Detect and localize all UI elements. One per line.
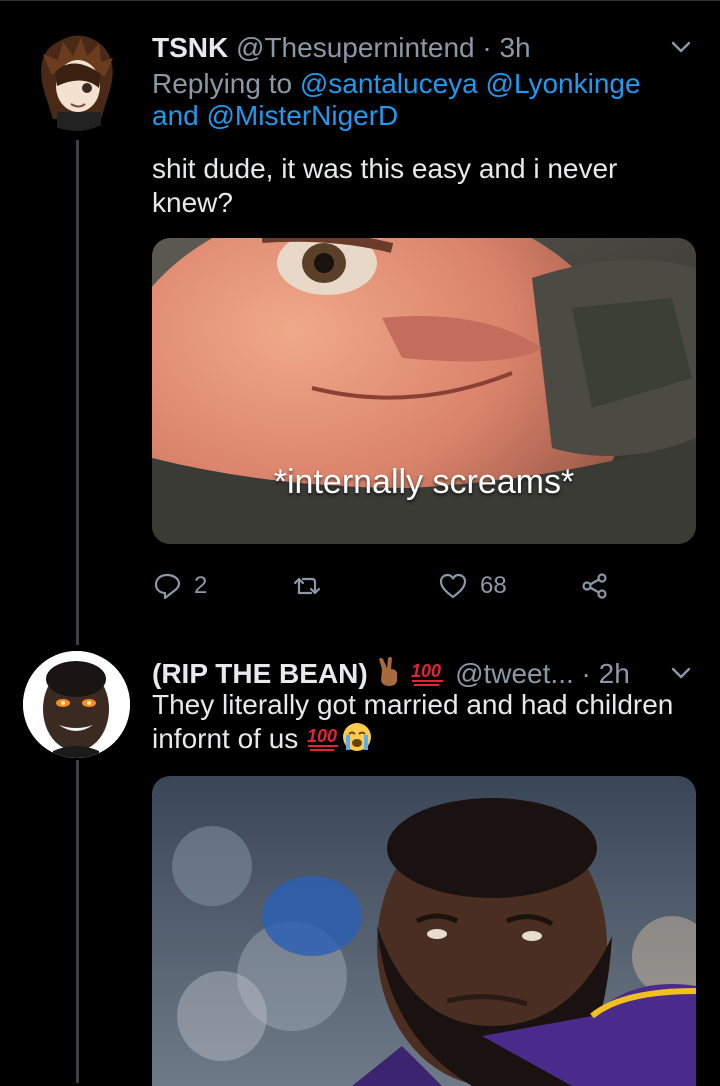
chevron-down-icon[interactable]	[666, 658, 696, 688]
mention-link[interactable]: @MisterNigerD	[207, 100, 399, 131]
svg-text:100: 100	[411, 661, 441, 681]
replying-to: Replying to @santaluceya @Lyonkinge and …	[152, 68, 696, 132]
like-count: 68	[480, 572, 507, 599]
chevron-down-icon[interactable]	[666, 32, 696, 62]
avatar[interactable]	[23, 24, 130, 131]
tweet-text: shit dude, it was this easy and i never …	[152, 153, 618, 218]
svg-text:100: 100	[307, 726, 337, 746]
tweet-text: They literally got married and had child…	[152, 688, 696, 760]
heart-icon	[439, 573, 467, 599]
share-icon	[582, 573, 607, 599]
separator-dot: ·	[581, 658, 591, 689]
mention-link[interactable]: @Lyonkinge	[486, 68, 641, 99]
mention-link[interactable]: @santaluceya	[300, 68, 478, 99]
reply-icon	[154, 573, 181, 600]
like-button[interactable]: 68	[438, 566, 507, 606]
meme-caption: *internally screams*	[273, 463, 575, 501]
reply-count: 2	[194, 572, 208, 599]
user-handle[interactable]: @Thesupernintend	[236, 32, 475, 63]
retweet-button[interactable]	[292, 566, 334, 606]
display-name[interactable]: TSNK	[152, 32, 228, 63]
timestamp[interactable]: 2h	[599, 658, 630, 689]
tweet-image[interactable]: *internally screams*	[152, 238, 696, 544]
tweet-text-body: They literally got married and had child…	[152, 689, 674, 754]
tweet-header: (RIP THE BEAN) 100 @tweet... · 2h	[152, 656, 672, 692]
top-divider	[0, 0, 720, 1]
separator-dot: ·	[482, 32, 492, 63]
tweet-image[interactable]	[152, 776, 696, 1086]
avatar[interactable]	[23, 651, 130, 758]
share-button[interactable]	[580, 566, 622, 606]
replying-to-and: and	[152, 100, 199, 131]
reply-button[interactable]: 2	[152, 566, 207, 606]
display-name[interactable]: (RIP THE BEAN)	[152, 658, 368, 689]
tweet-header: TSNK @Thesupernintend · 3h	[152, 30, 672, 66]
tweet-actions: 2 68	[152, 566, 696, 606]
user-handle[interactable]: @tweet...	[455, 658, 574, 689]
hundred-points-emoji: 100	[306, 722, 342, 760]
crying-face-emoji	[342, 722, 372, 760]
thread-connector-line	[76, 140, 79, 645]
thread-connector-line	[76, 760, 79, 1083]
timestamp[interactable]: 3h	[499, 32, 530, 63]
retweet-icon	[293, 577, 321, 595]
replying-to-label: Replying to	[152, 68, 293, 99]
